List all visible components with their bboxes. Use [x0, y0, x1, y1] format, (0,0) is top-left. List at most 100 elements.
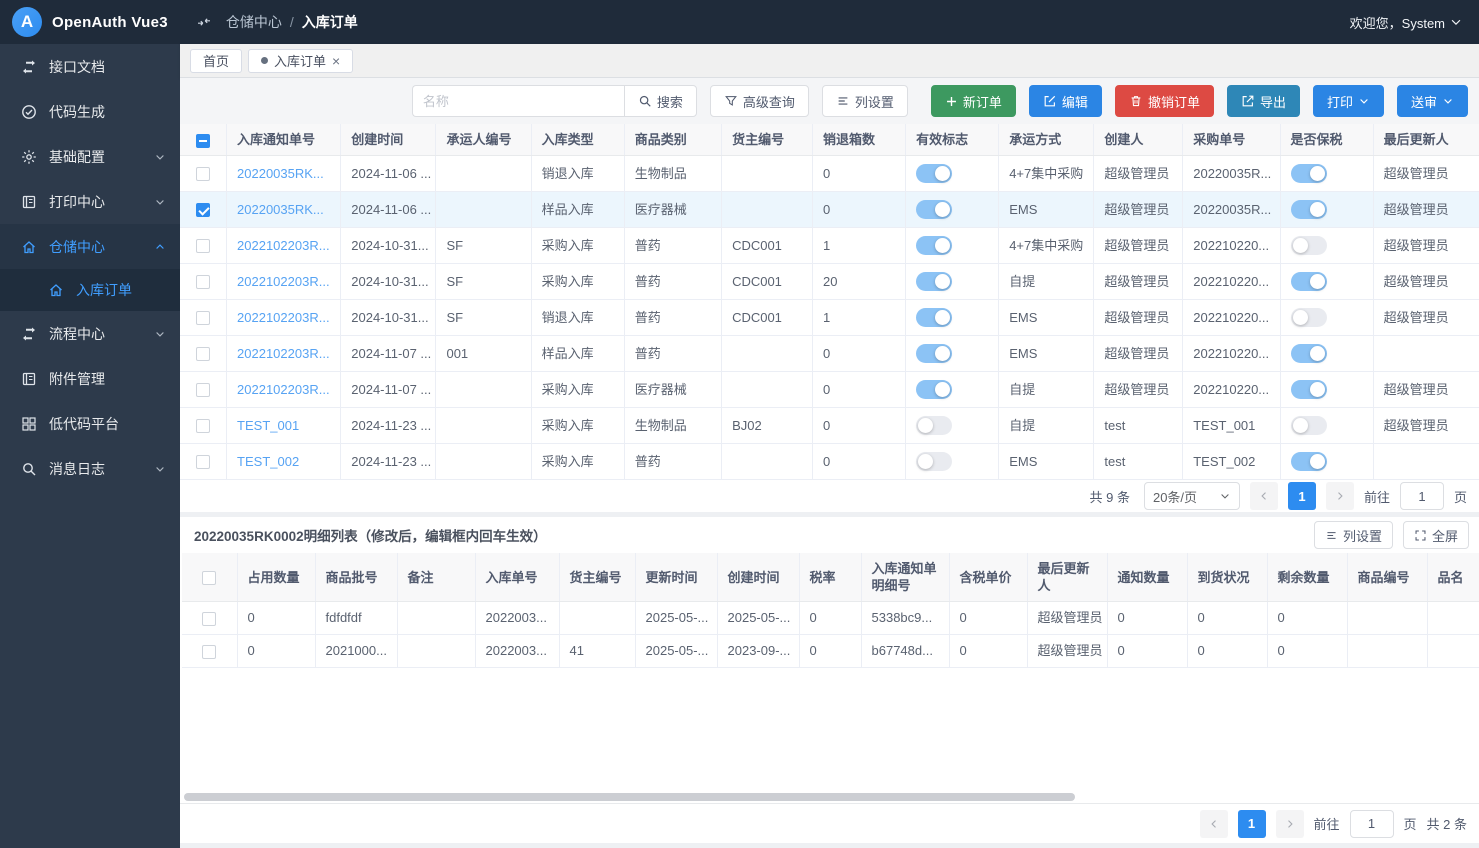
search-button[interactable]: 搜索	[624, 85, 697, 117]
row-checkbox[interactable]	[202, 645, 216, 659]
select-all-checkbox[interactable]	[196, 134, 210, 148]
bonded-toggle-switch[interactable]	[1291, 452, 1327, 471]
total-count: 共 9 条	[1090, 487, 1130, 506]
collapse-sidebar-icon[interactable]	[196, 14, 212, 30]
close-icon[interactable]: ×	[332, 54, 340, 68]
search-input[interactable]	[412, 85, 624, 117]
table-row[interactable]: 02021000...2022003...412025-05-...2023-0…	[182, 635, 1479, 668]
approve-dropdown-button[interactable]: 送审	[1397, 85, 1468, 117]
valid-toggle-switch[interactable]	[916, 452, 952, 471]
valid-toggle-switch[interactable]	[916, 344, 952, 363]
goto-page-input[interactable]	[1400, 482, 1444, 510]
row-checkbox[interactable]	[196, 347, 210, 361]
sidebar-item-base-config[interactable]: 基础配置	[0, 134, 180, 179]
order-link[interactable]: 2022102203R...	[237, 238, 330, 253]
order-link[interactable]: 2022102203R...	[237, 274, 330, 289]
valid-toggle-switch[interactable]	[916, 308, 952, 327]
row-checkbox[interactable]	[196, 419, 210, 433]
print-dropdown-button[interactable]: 打印	[1313, 85, 1384, 117]
prev-page-button[interactable]	[1250, 482, 1278, 510]
breadcrumb-current: 入库订单	[302, 12, 358, 32]
bonded-toggle-switch[interactable]	[1291, 308, 1327, 327]
bonded-toggle-switch[interactable]	[1291, 416, 1327, 435]
column-header: 税率	[799, 553, 861, 602]
sidebar-item-flow-center[interactable]: 流程中心	[0, 311, 180, 356]
row-checkbox[interactable]	[196, 455, 210, 469]
advanced-query-button[interactable]: 高级查询	[710, 85, 809, 117]
table-row[interactable]: 0fdfdfdf2022003...2025-05-...2025-05-...…	[182, 602, 1479, 635]
sidebar-item-attachments[interactable]: 附件管理	[0, 356, 180, 401]
order-link[interactable]: TEST_001	[237, 418, 299, 433]
bonded-toggle-switch[interactable]	[1291, 200, 1327, 219]
table-row[interactable]: 2022102203R...2024-10-31...SF采购入库普药CDC00…	[180, 264, 1479, 300]
bonded-toggle-switch[interactable]	[1291, 344, 1327, 363]
page-number-button[interactable]: 1	[1288, 482, 1316, 510]
table-row[interactable]: 20220035RK...2024-11-06 ...样品入库医疗器械0EMS超…	[180, 192, 1479, 228]
sidebar-item-lowcode[interactable]: 低代码平台	[0, 401, 180, 446]
order-link[interactable]: 2022102203R...	[237, 382, 330, 397]
row-checkbox[interactable]	[196, 275, 210, 289]
page-number-button[interactable]: 1	[1238, 810, 1266, 838]
goto-page-input[interactable]	[1350, 810, 1394, 838]
table-row[interactable]: 2022102203R...2024-10-31...SF采购入库普药CDC00…	[180, 228, 1479, 264]
user-menu[interactable]: 欢迎您，System	[1350, 13, 1463, 32]
next-page-button[interactable]	[1276, 810, 1304, 838]
prev-page-button[interactable]	[1200, 810, 1228, 838]
sidebar-submenu: 入库订单	[0, 269, 180, 311]
tab-inbound-orders[interactable]: 入库订单 ×	[248, 49, 353, 73]
row-checkbox[interactable]	[196, 167, 210, 181]
tab-home[interactable]: 首页	[190, 49, 242, 73]
table-row[interactable]: 2022102203R...2024-11-07 ...采购入库医疗器械0自提超…	[180, 372, 1479, 408]
valid-toggle-switch[interactable]	[916, 272, 952, 291]
sidebar-item-code-gen[interactable]: 代码生成	[0, 89, 180, 134]
bonded-toggle-switch[interactable]	[1291, 236, 1327, 255]
sidebar-item-warehouse-center[interactable]: 仓储中心	[0, 224, 180, 269]
row-checkbox[interactable]	[196, 239, 210, 253]
app-root: A OpenAuth Vue3 仓储中心 / 入库订单 欢迎您，System 接…	[0, 0, 1479, 848]
row-checkbox[interactable]	[196, 203, 210, 217]
breadcrumb-parent[interactable]: 仓储中心	[226, 12, 282, 32]
export-button[interactable]: 导出	[1227, 85, 1300, 117]
column-header: 承运人编号	[436, 124, 531, 156]
order-link[interactable]: 2022102203R...	[237, 310, 330, 325]
table-row[interactable]: 2022102203R...2024-10-31...SF销退入库普药CDC00…	[180, 300, 1479, 336]
bonded-toggle-switch[interactable]	[1291, 164, 1327, 183]
chevron-down-icon	[154, 151, 166, 163]
row-checkbox[interactable]	[202, 612, 216, 626]
select-all-checkbox[interactable]	[202, 571, 216, 585]
detail-column-settings-button[interactable]: 列设置	[1314, 521, 1393, 549]
detail-table-wrap: 占用数量商品批号备注入库单号货主编号更新时间创建时间税率入库通知单明细号含税单价…	[180, 553, 1479, 791]
bonded-toggle-switch[interactable]	[1291, 380, 1327, 399]
fullscreen-button[interactable]: 全屏	[1403, 521, 1469, 549]
next-page-button[interactable]	[1326, 482, 1354, 510]
valid-toggle-switch[interactable]	[916, 380, 952, 399]
page-size-select[interactable]: 20条/页	[1144, 482, 1240, 510]
edit-button[interactable]: 编辑	[1029, 85, 1102, 117]
order-link[interactable]: 20220035RK...	[237, 202, 324, 217]
valid-toggle-switch[interactable]	[916, 416, 952, 435]
column-header: 备注	[397, 553, 475, 602]
valid-toggle-switch[interactable]	[916, 200, 952, 219]
sidebar-item-inbound-orders[interactable]: 入库订单	[0, 269, 180, 311]
order-link[interactable]: TEST_002	[237, 454, 299, 469]
scrollbar-thumb[interactable]	[184, 793, 1075, 801]
table-row[interactable]: TEST_0012024-11-23 ...采购入库生物制品BJ020自提tes…	[180, 408, 1479, 444]
sidebar-item-api-docs[interactable]: 接口文档	[0, 44, 180, 89]
order-link[interactable]: 20220035RK...	[237, 166, 324, 181]
valid-toggle-switch[interactable]	[916, 236, 952, 255]
row-checkbox[interactable]	[196, 383, 210, 397]
sidebar-item-message-log[interactable]: 消息日志	[0, 446, 180, 491]
total-count: 共 2 条	[1427, 814, 1467, 833]
new-order-button[interactable]: 新订单	[931, 85, 1016, 117]
valid-toggle-switch[interactable]	[916, 164, 952, 183]
cancel-order-button[interactable]: 撤销订单	[1115, 85, 1214, 117]
table-row[interactable]: TEST_0022024-11-23 ...采购入库普药0EMStestTEST…	[180, 444, 1479, 480]
column-settings-button[interactable]: 列设置	[822, 85, 908, 117]
table-row[interactable]: 2022102203R...2024-11-07 ...001样品入库普药0EM…	[180, 336, 1479, 372]
table-row[interactable]: 20220035RK...2024-11-06 ...销退入库生物制品04+7集…	[180, 156, 1479, 192]
sidebar-item-print-center[interactable]: 打印中心	[0, 179, 180, 224]
row-checkbox[interactable]	[196, 311, 210, 325]
order-link[interactable]: 2022102203R...	[237, 346, 330, 361]
bonded-toggle-switch[interactable]	[1291, 272, 1327, 291]
horizontal-scrollbar[interactable]	[180, 791, 1479, 803]
